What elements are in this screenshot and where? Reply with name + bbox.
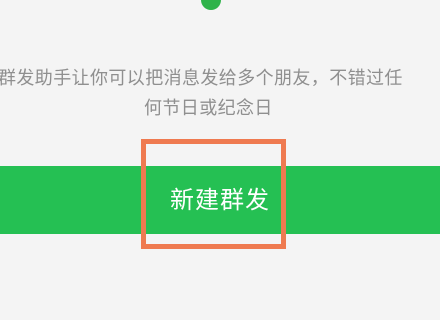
green-status-icon xyxy=(201,0,221,10)
new-broadcast-label: 新建群发 xyxy=(170,186,270,214)
new-broadcast-button[interactable]: 新建群发 xyxy=(0,166,440,234)
feature-description: 群发助手让你可以把消息发给多个朋友，不错过任 何节日或纪念日 xyxy=(0,61,440,131)
description-line-1: 群发助手让你可以把消息发给多个朋友，不错过任 xyxy=(0,68,403,89)
description-line-2: 何节日或纪念日 xyxy=(144,98,273,119)
